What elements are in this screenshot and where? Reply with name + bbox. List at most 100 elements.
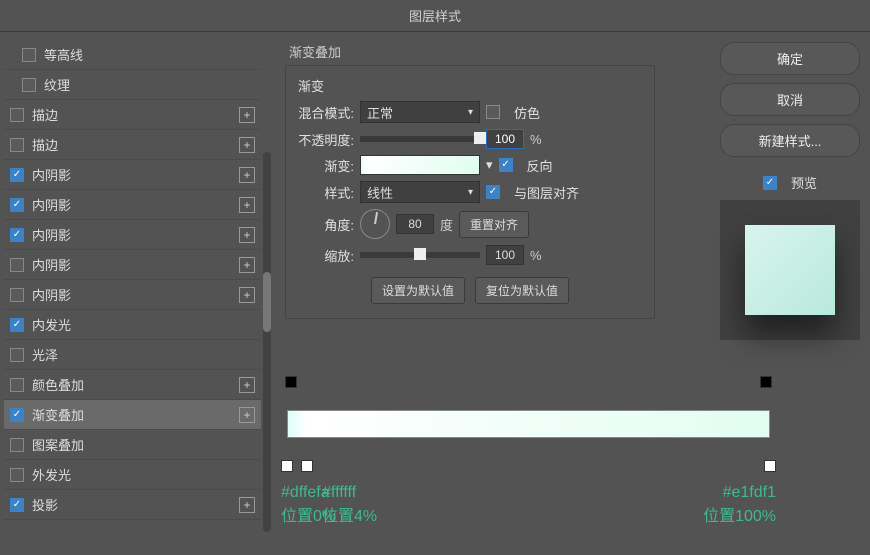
anno-pos: 位置100% xyxy=(703,502,776,526)
sidebar-item[interactable]: 图案叠加 xyxy=(4,430,261,460)
effect-checkbox[interactable] xyxy=(22,78,36,92)
new-style-button[interactable]: 新建样式... xyxy=(720,124,860,157)
opacity-stop[interactable] xyxy=(760,376,772,388)
preview-label: 预览 xyxy=(791,173,817,192)
style-select[interactable]: 线性 ▾ xyxy=(360,181,480,203)
style-value: 线性 xyxy=(367,183,393,202)
sidebar-item[interactable]: 纹理 xyxy=(4,70,261,100)
effects-sidebar: 等高线纹理描边+描边+内阴影+内阴影+内阴影+内阴影+内阴影+内发光光泽颜色叠加… xyxy=(0,32,265,555)
sidebar-item[interactable]: 颜色叠加+ xyxy=(4,370,261,400)
scale-input[interactable] xyxy=(486,245,524,265)
set-default-button[interactable]: 设置为默认值 xyxy=(371,277,465,304)
chevron-down-icon: ▾ xyxy=(468,187,473,198)
angle-dial[interactable] xyxy=(360,209,390,239)
plus-icon[interactable]: + xyxy=(239,167,255,183)
plus-icon[interactable]: + xyxy=(239,137,255,153)
sidebar-item[interactable]: 渐变叠加+ xyxy=(4,400,261,430)
effect-checkbox[interactable] xyxy=(10,288,24,302)
gradient-label: 渐变: xyxy=(298,156,354,175)
sidebar-item[interactable]: 外发光 xyxy=(4,460,261,490)
plus-icon[interactable]: + xyxy=(239,257,255,273)
chevron-down-icon[interactable]: ▾ xyxy=(486,157,493,173)
gradient-swatch[interactable] xyxy=(360,155,480,175)
anno-pos: 位置4% xyxy=(322,502,377,526)
preview-checkbox[interactable] xyxy=(763,176,777,190)
main-area: 等高线纹理描边+描边+内阴影+内阴影+内阴影+内阴影+内阴影+内发光光泽颜色叠加… xyxy=(0,32,870,555)
plus-icon[interactable]: + xyxy=(239,497,255,513)
opacity-thumb[interactable] xyxy=(474,132,486,144)
sidebar-item[interactable]: 描边+ xyxy=(4,130,261,160)
blend-mode-value: 正常 xyxy=(367,103,393,122)
effect-label: 外发光 xyxy=(32,465,255,484)
group-title: 渐变叠加 xyxy=(281,42,694,61)
color-stop[interactable] xyxy=(301,460,313,472)
effect-checkbox[interactable] xyxy=(10,138,24,152)
effect-label: 内阴影 xyxy=(32,225,239,244)
effect-checkbox[interactable] xyxy=(10,378,24,392)
effect-checkbox[interactable] xyxy=(10,348,24,362)
effect-checkbox[interactable] xyxy=(10,198,24,212)
plus-icon[interactable]: + xyxy=(239,407,255,423)
pct-sign: % xyxy=(530,248,542,263)
scale-thumb[interactable] xyxy=(414,248,426,260)
reset-default-button[interactable]: 复位为默认值 xyxy=(475,277,569,304)
sidebar-item[interactable]: 内阴影+ xyxy=(4,220,261,250)
align-label: 与图层对齐 xyxy=(514,183,579,202)
cancel-button[interactable]: 取消 xyxy=(720,83,860,116)
opacity-input[interactable] xyxy=(486,129,524,149)
angle-unit: 度 xyxy=(440,215,453,234)
plus-icon[interactable]: + xyxy=(239,287,255,303)
preview-square xyxy=(745,225,835,315)
opacity-stop[interactable] xyxy=(285,376,297,388)
color-stop[interactable] xyxy=(281,460,293,472)
sidebar-item[interactable]: 内阴影+ xyxy=(4,160,261,190)
sidebar-item[interactable]: 内发光 xyxy=(4,310,261,340)
blend-mode-label: 混合模式: xyxy=(298,103,354,122)
effect-checkbox[interactable] xyxy=(10,498,24,512)
effect-label: 描边 xyxy=(32,135,239,154)
effect-checkbox[interactable] xyxy=(10,468,24,482)
sidebar-item[interactable]: 等高线 xyxy=(4,40,261,70)
plus-icon[interactable]: + xyxy=(239,197,255,213)
gradient-bar[interactable] xyxy=(287,410,770,438)
blend-mode-select[interactable]: 正常 ▾ xyxy=(360,101,480,123)
effect-label: 图案叠加 xyxy=(32,435,255,454)
effect-label: 光泽 xyxy=(32,345,255,364)
pct-sign: % xyxy=(530,132,542,147)
chevron-down-icon: ▾ xyxy=(468,107,473,118)
color-stop[interactable] xyxy=(764,460,776,472)
reset-align-button[interactable]: 重置对齐 xyxy=(459,211,529,238)
scale-slider[interactable] xyxy=(360,252,480,258)
angle-input[interactable] xyxy=(396,214,434,234)
window-title: 图层样式 xyxy=(0,0,870,32)
sidebar-item[interactable]: 投影+ xyxy=(4,490,261,520)
plus-icon[interactable]: + xyxy=(239,227,255,243)
sidebar-item[interactable]: 描边+ xyxy=(4,100,261,130)
ok-button[interactable]: 确定 xyxy=(720,42,860,75)
dither-checkbox[interactable] xyxy=(486,105,500,119)
opacity-slider[interactable] xyxy=(360,136,480,142)
effect-checkbox[interactable] xyxy=(10,168,24,182)
plus-icon[interactable]: + xyxy=(239,377,255,393)
sidebar-item[interactable]: 内阴影+ xyxy=(4,280,261,310)
dither-label: 仿色 xyxy=(514,103,540,122)
sidebar-item[interactable]: 光泽 xyxy=(4,340,261,370)
effect-checkbox[interactable] xyxy=(10,408,24,422)
effect-checkbox[interactable] xyxy=(10,108,24,122)
effect-checkbox[interactable] xyxy=(22,48,36,62)
align-checkbox[interactable] xyxy=(486,185,500,199)
effect-checkbox[interactable] xyxy=(10,228,24,242)
effect-label: 等高线 xyxy=(44,45,255,64)
sidebar-item[interactable]: 内阴影+ xyxy=(4,250,261,280)
effect-label: 颜色叠加 xyxy=(32,375,239,394)
gradient-subgroup: 渐变 混合模式: 正常 ▾ 仿色 不透明度: % 渐变: xyxy=(285,65,655,319)
effect-label: 内阴影 xyxy=(32,195,239,214)
effect-checkbox[interactable] xyxy=(10,258,24,272)
reverse-checkbox[interactable] xyxy=(499,158,513,172)
opacity-label: 不透明度: xyxy=(298,130,354,149)
effect-checkbox[interactable] xyxy=(10,318,24,332)
sidebar-item[interactable]: 内阴影+ xyxy=(4,190,261,220)
effect-checkbox[interactable] xyxy=(10,438,24,452)
effect-label: 内阴影 xyxy=(32,255,239,274)
plus-icon[interactable]: + xyxy=(239,107,255,123)
